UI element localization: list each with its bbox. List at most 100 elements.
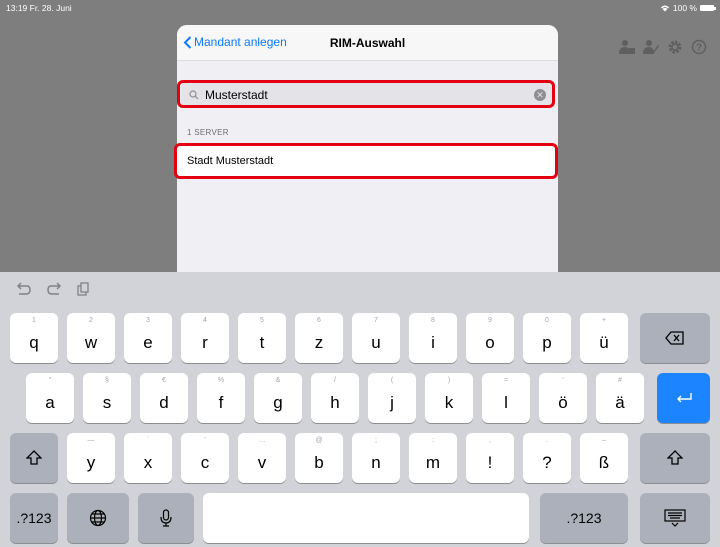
undo-icon[interactable] xyxy=(16,282,32,296)
numbers-key-left[interactable]: .?123 xyxy=(10,493,58,543)
key-i[interactable]: 8i xyxy=(409,313,457,363)
key-label: s xyxy=(102,393,112,412)
svg-text:?: ? xyxy=(696,43,702,54)
key-alt-label: 1 xyxy=(32,317,36,324)
key-alt-label: ( xyxy=(390,377,394,384)
key-label: n xyxy=(371,453,381,472)
person-edit-icon[interactable] xyxy=(642,38,660,56)
key-label: w xyxy=(84,333,98,352)
status-right: 100 % xyxy=(660,3,716,13)
globe-key[interactable] xyxy=(67,493,129,543)
shift-left-key[interactable] xyxy=(10,433,58,483)
key-label: a xyxy=(45,393,55,412)
key-j[interactable]: (j xyxy=(368,373,416,423)
key-alt-label: 9 xyxy=(488,317,492,324)
key-a[interactable]: " a xyxy=(26,373,74,423)
key-e[interactable]: 3e xyxy=(124,313,172,363)
key-label: q xyxy=(29,333,39,352)
status-bar: 13:19 Fr. 28. Juni 100 % xyxy=(0,0,720,16)
hide-keyboard-icon xyxy=(664,509,686,527)
key-ß[interactable]: – ß xyxy=(580,433,628,483)
key-alt-label: 4 xyxy=(203,317,207,324)
space-key[interactable] xyxy=(203,493,529,543)
numbers-key-right[interactable]: .?123 xyxy=(540,493,628,543)
paste-icon[interactable] xyxy=(76,282,90,296)
key-p[interactable]: 0p xyxy=(523,313,571,363)
key-label: p xyxy=(542,333,552,352)
key-z[interactable]: 6z xyxy=(295,313,343,363)
key-m[interactable]: :m xyxy=(409,433,457,483)
key-r[interactable]: 4r xyxy=(181,313,229,363)
key-label: ß xyxy=(598,453,610,472)
key-n[interactable]: ; n xyxy=(352,433,400,483)
key-label: t xyxy=(259,333,265,352)
key-alt-label: 0 xyxy=(545,317,549,324)
key-alt-label: ; xyxy=(375,437,377,444)
search-icon xyxy=(189,90,199,100)
key-?[interactable]: .? xyxy=(523,433,571,483)
key-u[interactable]: 7u xyxy=(352,313,400,363)
key-ö[interactable]: ' ö xyxy=(539,373,587,423)
key-alt-label: , xyxy=(489,437,491,444)
key-d[interactable]: € d xyxy=(140,373,188,423)
key-x[interactable]: ` x xyxy=(124,433,172,483)
key-ü[interactable]: + ü xyxy=(580,313,628,363)
search-field[interactable]: ✕ xyxy=(181,82,554,108)
clear-search-icon[interactable]: ✕ xyxy=(534,89,546,101)
help-icon[interactable]: ? xyxy=(690,38,708,56)
key-alt-label: – xyxy=(602,437,606,444)
key-label: e xyxy=(143,333,153,352)
return-key[interactable] xyxy=(657,373,710,423)
wifi-icon xyxy=(660,5,669,12)
backspace-icon xyxy=(665,331,684,345)
key-b[interactable]: @ b xyxy=(295,433,343,483)
server-list-item[interactable]: Stadt Musterstadt xyxy=(177,146,558,176)
key-o[interactable]: 9o xyxy=(466,313,514,363)
key-c[interactable]: ' c xyxy=(181,433,229,483)
key-label: ö xyxy=(558,393,568,412)
key-g[interactable]: & g xyxy=(254,373,302,423)
key-alt-label: @ xyxy=(315,437,323,444)
backspace-key[interactable] xyxy=(640,313,710,363)
onscreen-keyboard: 1 q 2 w 3 e 4 r 5 t 6 z 7 u 8 i 9 o 0 p + ü " a § s € d% f & g / h(j) k = l… xyxy=(0,272,720,547)
key-![interactable]: ,! xyxy=(466,433,514,483)
back-button[interactable]: Mandant anlegen xyxy=(183,35,287,49)
key-label: ! xyxy=(487,453,493,472)
key-alt-label: ' xyxy=(204,437,206,444)
key-ä[interactable]: # ä xyxy=(596,373,644,423)
dictation-key[interactable] xyxy=(138,493,194,543)
key-k[interactable]: ) k xyxy=(425,373,473,423)
back-button-label: Mandant anlegen xyxy=(194,35,287,49)
key-y[interactable]: — y xyxy=(67,433,115,483)
shift-right-key[interactable] xyxy=(640,433,710,483)
key-f[interactable]: % f xyxy=(197,373,245,423)
key-l[interactable]: = l xyxy=(482,373,530,423)
section-header: 1 SERVER xyxy=(187,128,229,137)
key-alt-label: … xyxy=(258,437,266,444)
popover-header: Mandant anlegen RIM-Auswahl xyxy=(177,25,558,61)
key-alt-label: # xyxy=(618,377,622,384)
key-v[interactable]: … v xyxy=(238,433,286,483)
key-w[interactable]: 2w xyxy=(67,313,115,363)
hide-keyboard-key[interactable] xyxy=(640,493,710,543)
key-h[interactable]: / h xyxy=(311,373,359,423)
key-alt-label: % xyxy=(217,377,225,384)
key-q[interactable]: 1q xyxy=(10,313,58,363)
status-time-date: 13:19 Fr. 28. Juni xyxy=(6,3,72,13)
person-lock-icon[interactable] xyxy=(618,38,636,56)
key-alt-label: 5 xyxy=(260,317,264,324)
redo-icon[interactable] xyxy=(46,282,62,296)
gear-icon[interactable] xyxy=(666,38,684,56)
key-alt-label: = xyxy=(503,377,509,384)
key-alt-label: ` xyxy=(146,437,150,444)
key-s[interactable]: § s xyxy=(83,373,131,423)
key-alt-label: & xyxy=(275,377,281,384)
key-label: l xyxy=(504,393,508,412)
key-alt-label: € xyxy=(162,377,166,384)
key-label: m xyxy=(425,453,441,472)
battery-icon xyxy=(700,5,716,11)
globe-icon xyxy=(89,509,107,527)
search-input[interactable] xyxy=(205,88,528,102)
key-t[interactable]: 5t xyxy=(238,313,286,363)
key-alt-label: . xyxy=(546,437,548,444)
